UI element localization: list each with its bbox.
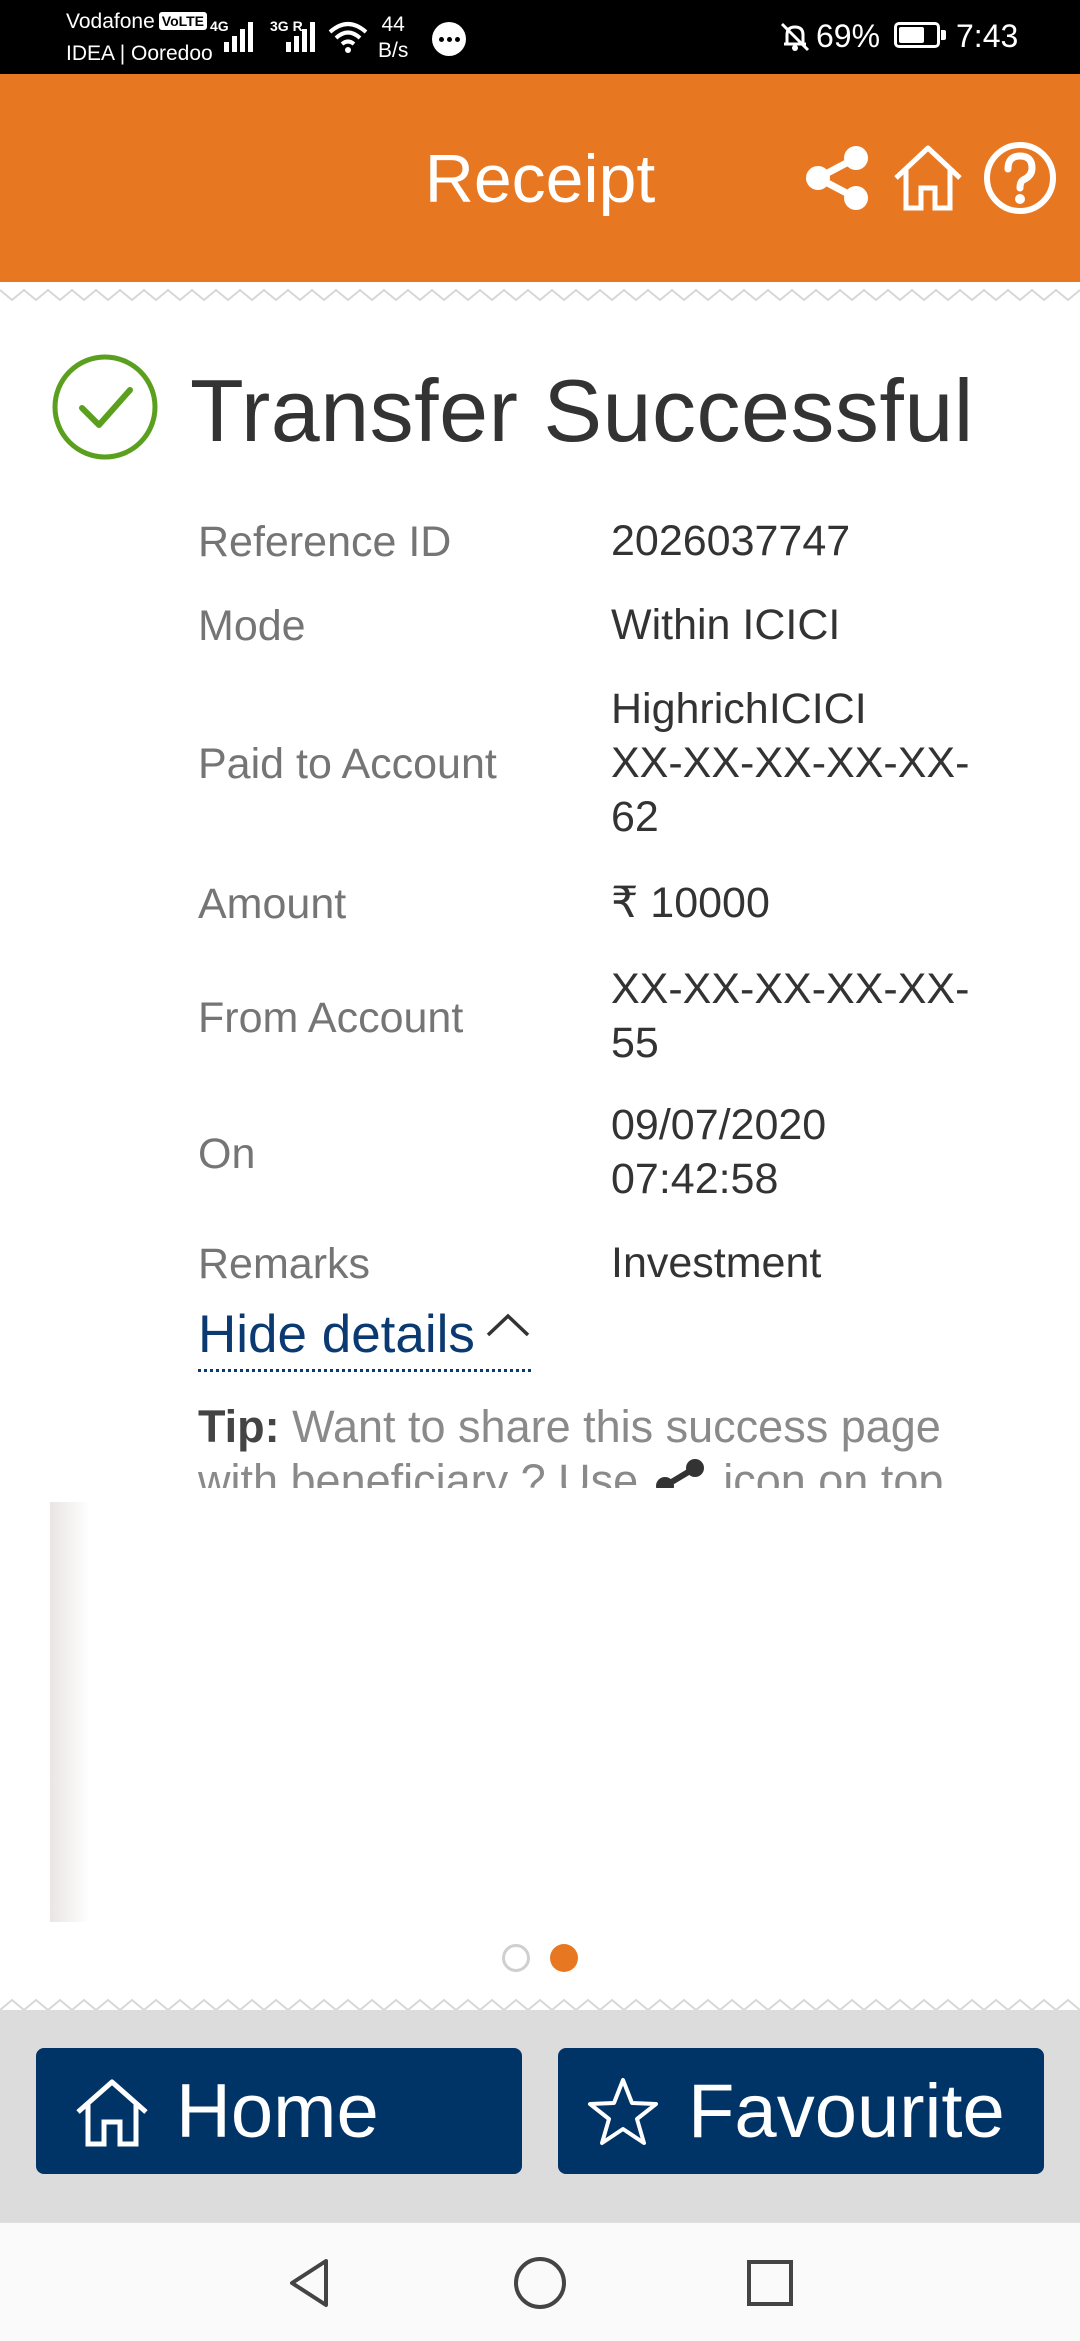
detail-row-on: On 09/07/2020 07:42:58	[198, 1098, 998, 1208]
system-nav-bar	[0, 2222, 1080, 2341]
hide-details-toggle[interactable]: Hide details	[198, 1304, 531, 1372]
back-icon[interactable]	[280, 2253, 340, 2313]
detail-label: On	[198, 1130, 256, 1178]
value-line: XX-XX-XX-XX-XX-	[611, 739, 970, 787]
detail-label: Remarks	[198, 1240, 371, 1288]
help-icon[interactable]	[980, 138, 1060, 218]
success-header: Transfer Successful	[50, 352, 973, 462]
detail-label: From Account	[198, 994, 464, 1042]
detail-row-amount: Amount ₹ 10000	[198, 876, 998, 936]
detail-row-mode: Mode Within ICICI	[198, 598, 998, 658]
home-icon[interactable]	[888, 138, 968, 218]
tip-line-1: Want to share this success page	[279, 1401, 941, 1452]
detail-label: Mode	[198, 602, 306, 650]
detail-value: ₹ 10000	[611, 876, 770, 930]
share-icon[interactable]	[798, 138, 878, 218]
tip-line-2-end: icon on top	[710, 1455, 944, 1488]
carrier-secondary: IDEA | Ooredoo	[66, 42, 213, 65]
tip-label: Tip:	[198, 1401, 280, 1452]
star-icon	[588, 2078, 658, 2145]
detail-row-paid-to-account: Paid to Account HighrichICICI XX-XX-XX-X…	[198, 682, 998, 852]
value-line: 07:42:58	[611, 1155, 779, 1203]
detail-value: 2026037747	[611, 514, 850, 568]
detail-label: Reference ID	[198, 518, 452, 566]
home-button[interactable]: Home	[36, 2048, 522, 2174]
favourite-button-label: Favourite	[688, 2069, 1005, 2154]
home-icon	[76, 2079, 148, 2147]
carrier-name: Vodafone	[66, 10, 155, 33]
clock: 7:43	[956, 18, 1019, 54]
receipt-top-edge	[0, 288, 1080, 302]
detail-value: Within ICICI	[611, 598, 840, 652]
message-icon	[432, 22, 466, 56]
home-circle-icon[interactable]	[510, 2253, 570, 2313]
carrier-primary: Vodafone VoLTE	[66, 10, 208, 34]
value-line: 62	[611, 793, 659, 841]
value-line: XX-XX-XX-XX-XX-	[611, 965, 970, 1013]
value-line: HighrichICICI	[611, 685, 867, 733]
detail-row-remarks: Remarks Investment	[198, 1236, 998, 1296]
success-title: Transfer Successful	[190, 361, 974, 460]
chevron-up-icon	[486, 1313, 530, 1337]
carousel-card-edge	[50, 1502, 90, 1922]
wifi-icon	[328, 22, 368, 53]
carousel-dot-1[interactable]	[502, 1944, 530, 1972]
home-button-label: Home	[176, 2069, 379, 2154]
app-header: Receipt	[0, 74, 1080, 282]
detail-label: Paid to Account	[198, 740, 497, 788]
battery-percent: 69%	[816, 18, 881, 54]
detail-row-from-account: From Account XX-XX-XX-XX-XX- 55	[198, 962, 998, 1072]
mute-bell-icon	[780, 22, 810, 52]
value-line: Investment	[611, 1239, 822, 1287]
signal-icon-2	[286, 18, 315, 52]
favourite-button[interactable]: Favourite	[558, 2048, 1044, 2174]
value-line: 09/07/2020	[611, 1101, 827, 1149]
detail-value: HighrichICICI XX-XX-XX-XX-XX- 62	[611, 682, 969, 844]
detail-row-reference-id: Reference ID 2026037747	[198, 514, 998, 574]
volte-badge: VoLTE	[158, 12, 208, 30]
signal-icon	[224, 18, 253, 52]
value-line: 2026037747	[611, 517, 851, 565]
value-line: ₹ 10000	[611, 879, 770, 927]
value-line: Within ICICI	[611, 601, 841, 649]
check-circle-icon	[52, 354, 158, 460]
detail-value: Investment	[611, 1236, 821, 1290]
detail-value: 09/07/2020 07:42:58	[611, 1098, 826, 1206]
share-icon-inline	[655, 1459, 704, 1488]
carousel-dot-2[interactable]	[550, 1944, 578, 1972]
value-line: 55	[611, 1019, 659, 1067]
tip-text: Tip: Want to share this success page wit…	[198, 1400, 998, 1488]
speed-value: 44	[381, 13, 405, 36]
recents-icon[interactable]	[740, 2253, 800, 2313]
detail-label: Amount	[198, 880, 347, 928]
network-speed: 44 B/s	[378, 12, 408, 64]
detail-value: XX-XX-XX-XX-XX- 55	[611, 962, 969, 1070]
tip-line-2: with beneficiary ? Use	[198, 1455, 651, 1488]
speed-unit: B/s	[378, 39, 409, 62]
status-bar: Vodafone VoLTE IDEA | Ooredoo 4G 3G R 44 …	[0, 0, 1080, 74]
battery-icon	[894, 22, 940, 48]
hide-details-label: Hide details	[198, 1305, 475, 1364]
